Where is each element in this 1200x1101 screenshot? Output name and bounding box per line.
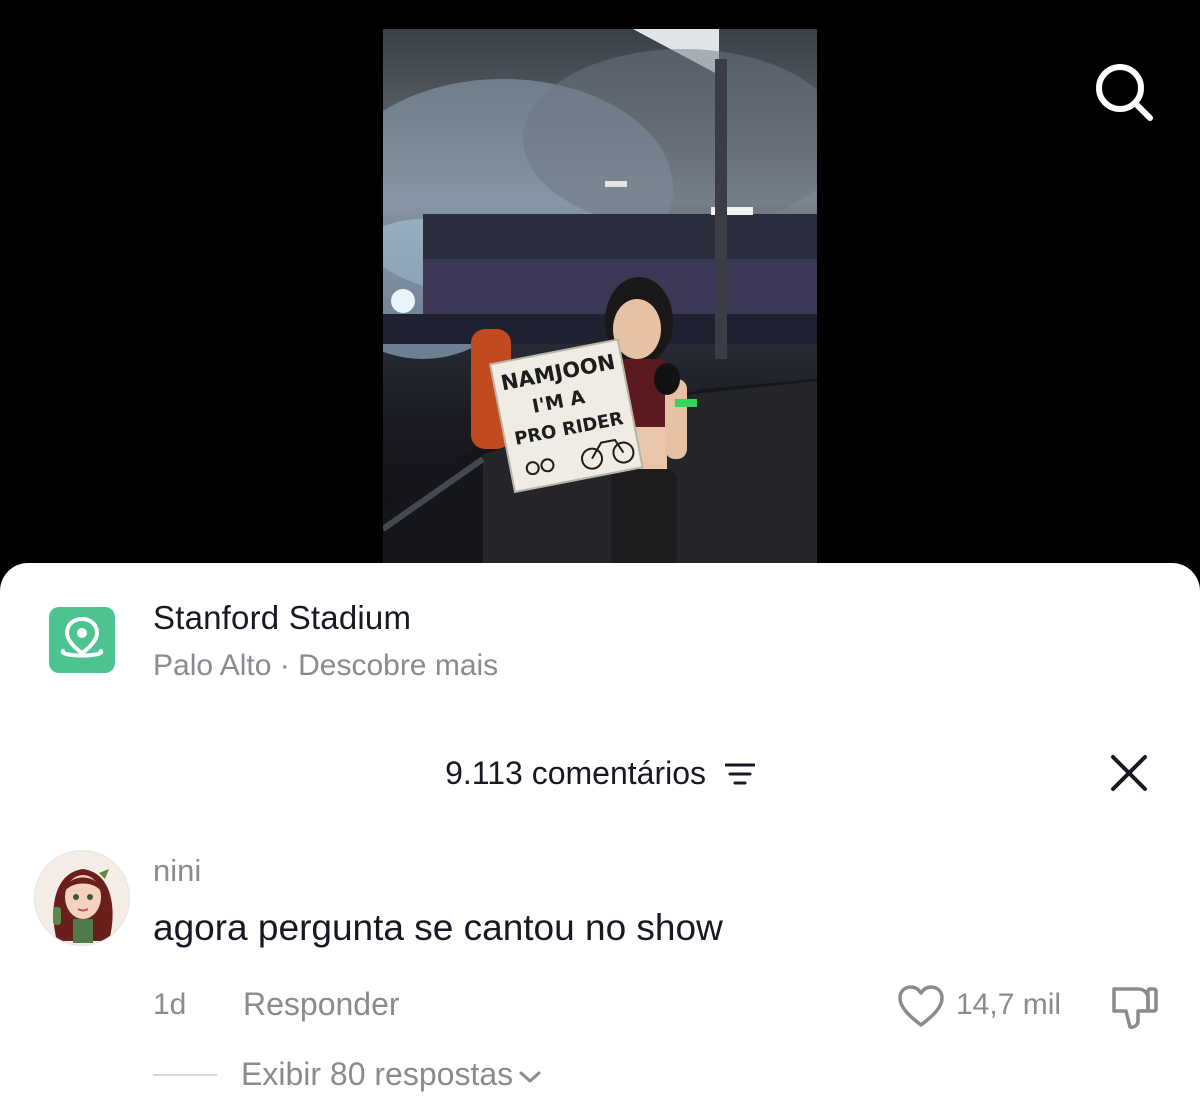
avatar[interactable] [34, 850, 130, 946]
like-button[interactable] [896, 983, 946, 1029]
video-area: NAMJOON I'M A PRO RIDER [0, 0, 1200, 600]
view-replies-label: Exibir 80 respostas [241, 1056, 514, 1092]
view-replies-button[interactable]: Exibir 80 respostas [241, 1056, 543, 1093]
close-button[interactable] [1108, 752, 1150, 794]
comment-text: agora pergunta se cantou no show [153, 907, 723, 948]
discover-more-link[interactable]: Descobre mais [298, 649, 498, 682]
location-separator: · [271, 649, 299, 682]
comments-count: 9.113 comentários [445, 755, 706, 792]
dislike-button[interactable] [1108, 983, 1160, 1031]
filter-icon[interactable] [724, 761, 755, 787]
like-count: 14,7 mil [956, 988, 1062, 1021]
search-icon [1096, 64, 1153, 121]
location-pin-icon[interactable] [49, 607, 115, 673]
location-title[interactable]: Stanford Stadium [153, 599, 411, 637]
location-subtitle[interactable]: Palo Alto · Descobre mais [153, 649, 498, 683]
comments-sheet: Stanford Stadium Palo Alto · Descobre ma… [0, 563, 1200, 1101]
replies-divider [153, 1074, 217, 1076]
search-button[interactable] [1092, 60, 1156, 124]
comments-header: 9.113 comentários [0, 753, 1200, 792]
heart-icon [898, 985, 944, 1027]
reply-button[interactable]: Responder [243, 986, 400, 1023]
chevron-down-icon [519, 1071, 541, 1083]
concert-photo[interactable]: NAMJOON I'M A PRO RIDER [383, 29, 817, 569]
comment-username[interactable]: nini [153, 853, 201, 889]
location-city: Palo Alto [153, 649, 272, 682]
close-icon [1111, 755, 1147, 791]
thumbs-down-icon [1112, 987, 1158, 1029]
comment-time: 1d [153, 988, 187, 1021]
